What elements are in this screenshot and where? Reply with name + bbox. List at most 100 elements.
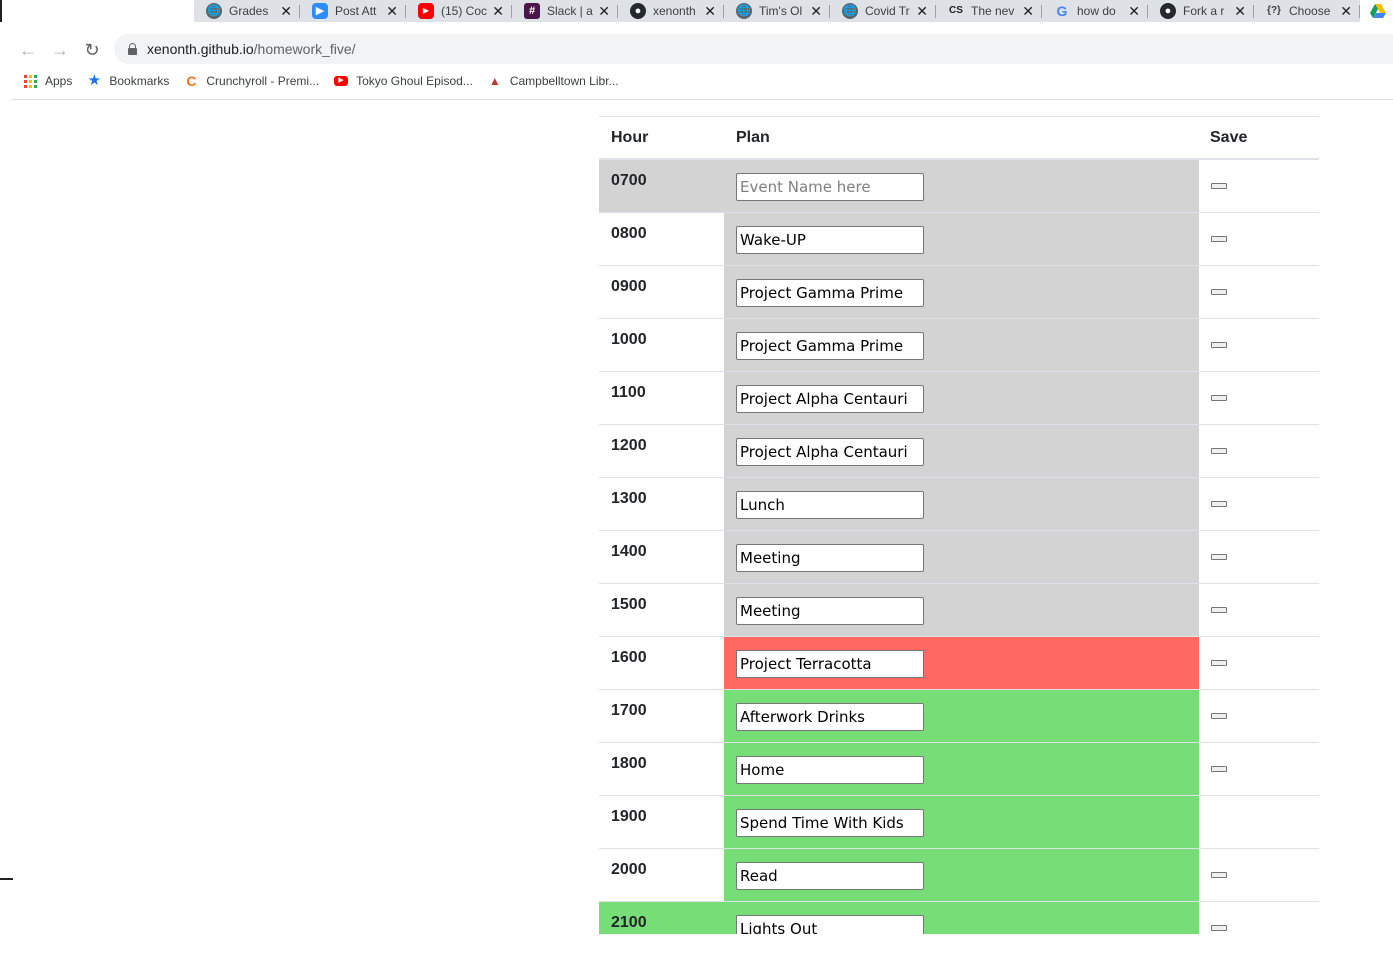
event-input[interactable] [736,703,924,731]
bookmark-label: Apps [45,74,73,88]
event-input[interactable] [736,279,924,307]
close-icon[interactable]: ✕ [386,2,398,20]
event-input[interactable] [736,332,924,360]
column-header-plan: Plan [736,129,770,146]
github-icon: ● [1160,3,1176,19]
event-input[interactable] [736,809,924,837]
bookmark-crunchyroll[interactable]: C Crunchyroll - Premi... [183,73,319,89]
address-bar[interactable]: xenonth.github.io/homework_five/ [114,34,1393,64]
hour-cell: 0700 [599,160,724,212]
save-button[interactable] [1211,607,1227,613]
save-button[interactable] [1211,395,1227,401]
plan-cell-future [724,796,1199,848]
bookmark-label: Crunchyroll - Premi... [206,74,320,88]
event-input[interactable] [736,756,924,784]
tab-title: Fork a r [1183,4,1225,18]
tab-title: Tim's Ol [759,4,803,18]
table-row: 1000 [599,319,1319,372]
bookmark-tokyo-ghoul[interactable]: ▶ Tokyo Ghoul Episod... [333,73,473,89]
day-planner-table: Hour Plan Save 0700 0800 0900 1000 1100 1200 1… [599,116,1319,934]
bookmark-campbelltown-library[interactable]: ▲ Campbelltown Libr... [487,73,619,89]
browser-tab[interactable]: Ghow do ✕ [1042,0,1148,22]
page-divider [12,99,1393,100]
plan-cell-future [724,902,1199,934]
save-button[interactable] [1211,925,1227,931]
column-header-save: Save [1210,129,1248,146]
tab-title: The nev [971,4,1015,18]
event-input[interactable] [736,491,924,519]
close-icon[interactable]: ✕ [916,2,928,20]
close-icon[interactable]: ✕ [810,2,822,20]
save-button[interactable] [1211,289,1227,295]
event-input[interactable] [736,544,924,572]
browser-tab[interactable]: ▶ (15) Coc ✕ [406,0,512,22]
table-row: 1400 [599,531,1319,584]
hour-cell: 1000 [611,331,647,348]
close-icon[interactable]: ✕ [1234,2,1246,20]
browser-tab[interactable]: CS The nev ✕ [936,0,1042,22]
event-input[interactable] [736,650,924,678]
table-row: 0900 [599,266,1319,319]
browser-tab[interactable]: 🌐 Grades ✕ [194,0,300,22]
lock-icon[interactable] [128,43,137,55]
table-row: 2000 [599,849,1319,902]
event-input[interactable] [736,438,924,466]
save-button[interactable] [1211,501,1227,507]
plan-cell-past [724,478,1199,530]
event-input[interactable] [736,862,924,890]
browser-tab[interactable]: ▶ Post Att ✕ [300,0,406,22]
close-icon[interactable]: ✕ [1022,2,1034,20]
back-arrow-icon[interactable]: ← [16,38,40,62]
plan-cell-past [724,213,1199,265]
tab-title: Slack | a [547,4,593,18]
event-input[interactable] [736,173,924,201]
table-body[interactable]: 0700 0800 0900 1000 1100 1200 1300 1400 1500 1600… [599,160,1319,934]
plan-cell-past [724,266,1199,318]
save-button[interactable] [1211,872,1227,878]
save-cell [1199,266,1319,318]
close-icon[interactable]: ✕ [1340,2,1352,20]
save-button[interactable] [1211,236,1227,242]
close-icon[interactable]: ✕ [280,2,292,20]
save-button[interactable] [1211,342,1227,348]
save-cell [1199,213,1319,265]
browser-tab[interactable]: 🌐 Tim's Ol ✕ [724,0,830,22]
browser-tab[interactable]: {?} Choose ✕ [1254,0,1360,22]
save-cell [1199,584,1319,636]
star-icon: ★ [87,72,102,89]
url-path: /homework_five/ [253,41,356,57]
google-drive-icon[interactable] [1369,2,1387,20]
browser-tab[interactable]: ● Fork a r ✕ [1148,0,1254,22]
close-icon[interactable]: ✕ [492,2,504,20]
cs-icon: CS [949,5,963,16]
save-button[interactable] [1211,183,1227,189]
save-cell [1199,160,1319,212]
youtube-icon: ▶ [333,73,349,89]
event-input[interactable] [736,385,924,413]
save-cell [1199,319,1319,371]
reload-icon[interactable]: ↻ [80,38,104,62]
plan-cell-future [724,849,1199,901]
save-button[interactable] [1211,448,1227,454]
save-button[interactable] [1211,554,1227,560]
browser-tab[interactable]: # Slack | a ✕ [512,0,618,22]
event-input[interactable] [736,226,924,254]
tab-title: Grades [229,4,269,18]
hour-cell: 0800 [611,225,647,242]
browser-tab[interactable]: ● xenonth ✕ [618,0,724,22]
tab-title: xenonth [653,4,696,18]
bookmark-bookmarks[interactable]: ★ Bookmarks [86,72,170,89]
browser-tab[interactable]: 🌐 Covid Tr ✕ [830,0,936,22]
save-button[interactable] [1211,660,1227,666]
event-input[interactable] [736,915,924,934]
close-icon[interactable]: ✕ [704,2,716,20]
bookmark-apps[interactable]: Apps [22,73,72,89]
table-row: 1600 [599,637,1319,690]
close-icon[interactable]: ✕ [1128,2,1140,20]
save-button[interactable] [1211,766,1227,772]
close-icon[interactable]: ✕ [598,2,610,20]
event-input[interactable] [736,597,924,625]
tab-strip-blank [2,0,194,22]
forward-arrow-icon[interactable]: → [48,38,72,62]
save-button[interactable] [1211,713,1227,719]
